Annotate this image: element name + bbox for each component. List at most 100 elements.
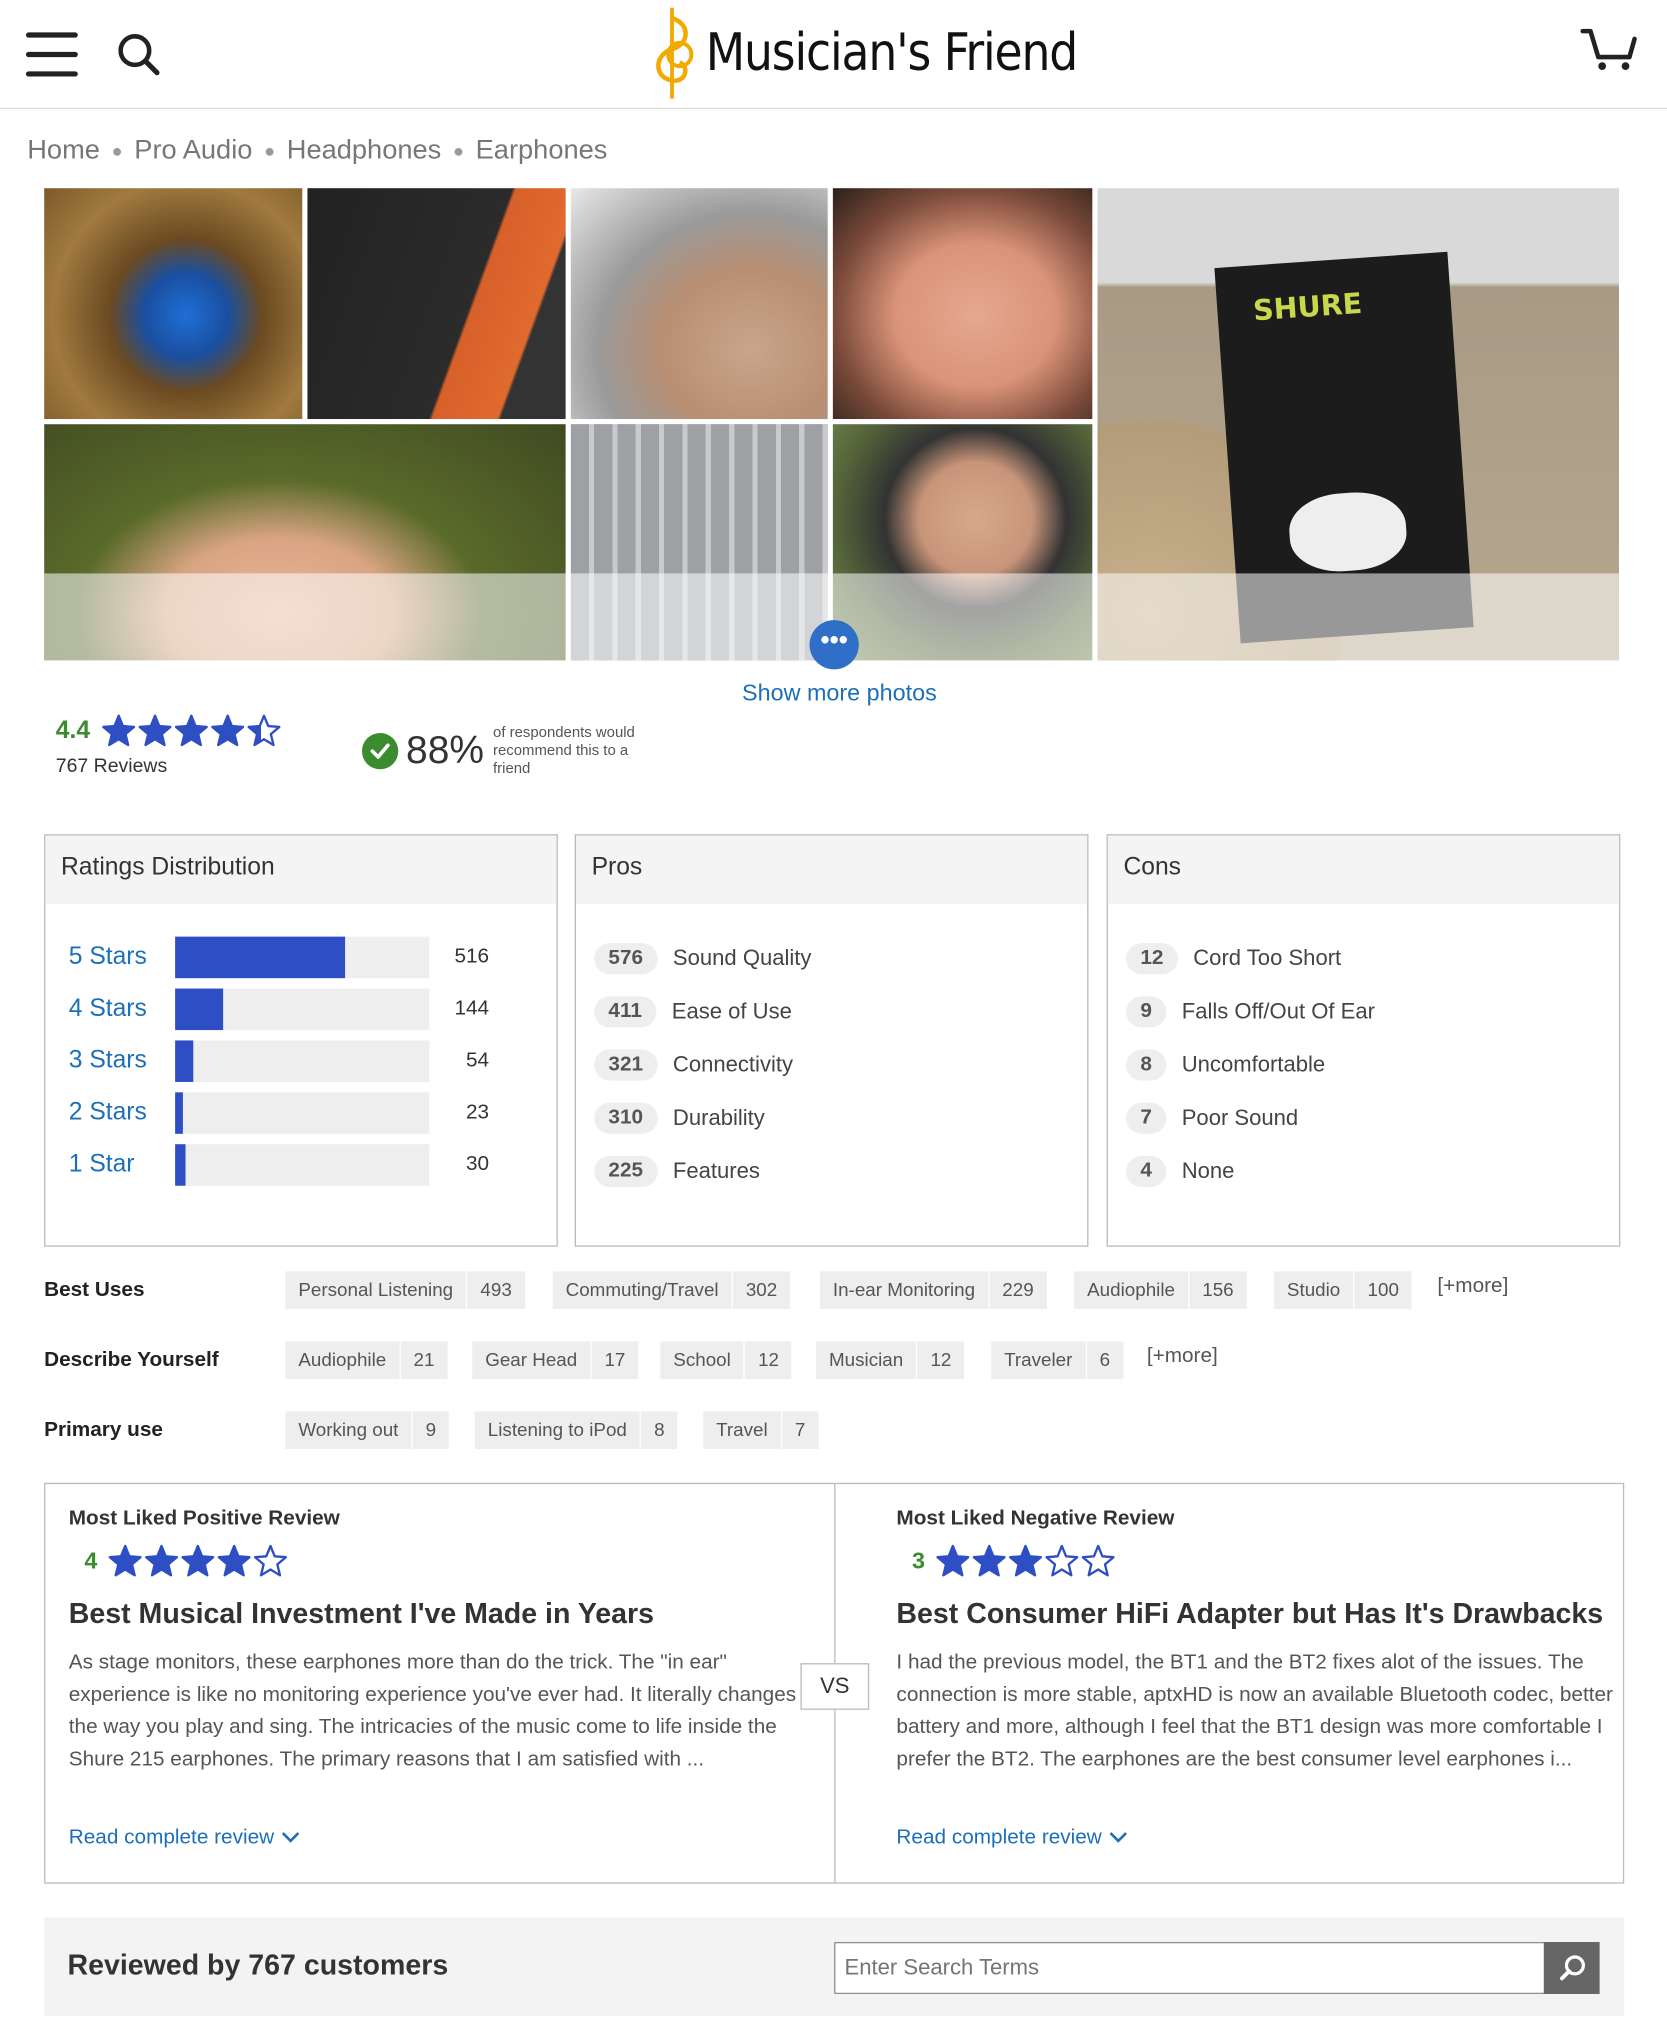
- positive-review-title: Best Musical Investment I've Made in Yea…: [68, 1596, 655, 1630]
- rating-row-label[interactable]: 4 Stars: [69, 995, 175, 1024]
- tag-chip[interactable]: Gear Head 17: [472, 1341, 639, 1380]
- con-item[interactable]: 4 None: [1126, 1151, 1234, 1193]
- tag-chip[interactable]: Audiophile 156: [1074, 1271, 1247, 1309]
- tag-name: In-ear Monitoring: [832, 1279, 976, 1301]
- more-tags-link[interactable]: [+more]: [1437, 1275, 1508, 1298]
- con-label: Poor Sound: [1181, 1105, 1299, 1130]
- rating-row-label[interactable]: 2 Stars: [69, 1099, 175, 1128]
- tag-name: Working out: [298, 1419, 399, 1441]
- tag-chip[interactable]: Listening to iPod 8: [474, 1411, 678, 1450]
- search-icon[interactable]: [114, 29, 166, 81]
- positive-review-stars: [108, 1544, 288, 1579]
- read-complete-review-link[interactable]: Read complete review: [896, 1827, 1128, 1850]
- rating-row-count: 144: [454, 997, 490, 1020]
- con-item[interactable]: 9 Falls Off/Out Of Ear: [1126, 991, 1375, 1033]
- review-search-input[interactable]: [835, 1943, 1544, 1993]
- customer-photo[interactable]: [832, 188, 1093, 420]
- pro-count: 310: [594, 1102, 658, 1134]
- breadcrumb-pro-audio[interactable]: Pro Audio: [134, 135, 252, 166]
- chevron-down-icon: [281, 1832, 299, 1843]
- customer-photo[interactable]: [570, 188, 828, 420]
- star-icon: [1045, 1544, 1079, 1577]
- con-count: 7: [1126, 1102, 1167, 1134]
- menu-icon[interactable]: [25, 32, 78, 77]
- pros-title: Pros: [576, 835, 1088, 905]
- pro-item[interactable]: 576 Sound Quality: [594, 938, 811, 980]
- rating-row-label[interactable]: 5 Stars: [69, 943, 175, 972]
- con-item[interactable]: 12 Cord Too Short: [1126, 938, 1341, 980]
- tag-name: Audiophile: [1087, 1279, 1176, 1301]
- pro-item[interactable]: 411 Ease of Use: [594, 991, 792, 1033]
- rating-bar-track: [175, 988, 430, 1031]
- tag-chip[interactable]: School 12: [660, 1341, 792, 1380]
- breadcrumb-earphones[interactable]: Earphones: [476, 135, 608, 166]
- pro-count: 576: [594, 943, 658, 975]
- customer-photo[interactable]: [307, 188, 566, 420]
- rating-row[interactable]: 2 Stars 23: [69, 1091, 489, 1135]
- tag-chip[interactable]: In-ear Monitoring 229: [819, 1271, 1047, 1309]
- star-icon: [138, 714, 172, 747]
- pro-item[interactable]: 310 Durability: [594, 1098, 765, 1140]
- show-more-photos-link[interactable]: Show more photos: [742, 680, 937, 707]
- tag-count: 229: [988, 1271, 1047, 1309]
- primary-use-row: Primary use Working out 9 Listening to iPo…: [44, 1411, 1601, 1450]
- more-photos-button[interactable]: •••: [809, 620, 859, 670]
- negative-review-body: I had the previous model, the BT1 and th…: [896, 1651, 1613, 1771]
- review-count: 767 Reviews: [55, 755, 168, 778]
- tag-chip[interactable]: Studio 100: [1273, 1271, 1412, 1309]
- pro-label: Ease of Use: [671, 998, 792, 1024]
- rating-row-label[interactable]: 3 Stars: [69, 1047, 175, 1076]
- read-complete-review-link[interactable]: Read complete review: [69, 1827, 301, 1850]
- breadcrumb-home[interactable]: Home: [27, 135, 100, 166]
- tag-chip[interactable]: Commuting/Travel 302: [552, 1271, 791, 1309]
- positive-review-body: As stage monitors, these earphones more …: [68, 1651, 797, 1771]
- search-icon: [1559, 1955, 1585, 1981]
- tag-chip[interactable]: Travel 7: [703, 1411, 819, 1450]
- rating-row-count: 23: [465, 1101, 490, 1124]
- rating-bar-fill: [175, 1144, 186, 1186]
- best-uses-row: Best Uses Personal Listening 493 Commuting…: [44, 1271, 1601, 1310]
- tag-count: 156: [1187, 1271, 1247, 1309]
- breadcrumb-headphones[interactable]: Headphones: [287, 135, 442, 166]
- rating-row[interactable]: 1 Star 30: [69, 1143, 489, 1187]
- rating-bar-track: [175, 1040, 430, 1082]
- con-item[interactable]: 8 Uncomfortable: [1126, 1044, 1325, 1086]
- rating-bar-fill: [175, 936, 346, 979]
- average-rating-stars: [101, 714, 281, 749]
- review-search: [834, 1942, 1600, 1994]
- tag-chip[interactable]: Personal Listening 493: [285, 1271, 525, 1309]
- more-tags-link[interactable]: [+more]: [1147, 1345, 1218, 1368]
- pro-item[interactable]: 225 Features: [594, 1151, 760, 1193]
- search-button[interactable]: [1543, 1942, 1600, 1994]
- pro-label: Features: [672, 1158, 760, 1184]
- most-liked-reviews: Most Liked Positive Review 4 Best Musica…: [44, 1482, 1625, 1884]
- star-icon: [1081, 1544, 1115, 1577]
- rating-bar-track: [175, 1092, 430, 1134]
- tag-count: 12: [916, 1341, 964, 1380]
- rating-row[interactable]: 4 Stars 144: [69, 987, 489, 1031]
- star-icon: [211, 714, 245, 747]
- tag-count: 100: [1353, 1271, 1412, 1309]
- tag-chip[interactable]: Musician 12: [816, 1341, 965, 1380]
- con-count: 8: [1126, 1049, 1167, 1081]
- con-label: Uncomfortable: [1181, 1052, 1326, 1077]
- tag-chip[interactable]: Working out 9: [285, 1411, 450, 1450]
- rating-row-count: 516: [454, 945, 490, 968]
- rating-row[interactable]: 5 Stars 516: [69, 935, 489, 979]
- rating-bar-track: [175, 1144, 430, 1186]
- average-rating: 4.4: [55, 717, 91, 745]
- tag-chip[interactable]: Audiophile 21: [285, 1341, 448, 1380]
- con-item[interactable]: 7 Poor Sound: [1126, 1098, 1298, 1140]
- rating-row[interactable]: 3 Stars 54: [69, 1039, 489, 1083]
- site-logo[interactable]: Musician's Friend: [646, 5, 1128, 101]
- negative-review-stars: [935, 1544, 1115, 1579]
- pro-label: Sound Quality: [672, 945, 812, 971]
- pro-item[interactable]: 321 Connectivity: [594, 1044, 793, 1086]
- customer-photo[interactable]: [44, 188, 303, 420]
- tag-chip[interactable]: Traveler 6: [991, 1341, 1124, 1380]
- rating-row-label[interactable]: 1 Star: [69, 1151, 175, 1180]
- cons-panel: Cons 12 Cord Too Short 9 Falls Off/Out Of E…: [1106, 834, 1621, 1247]
- ratings-distribution-title: Ratings Distribution: [45, 835, 557, 905]
- chevron-down-icon: [1109, 1832, 1127, 1843]
- cart-icon[interactable]: [1580, 26, 1637, 73]
